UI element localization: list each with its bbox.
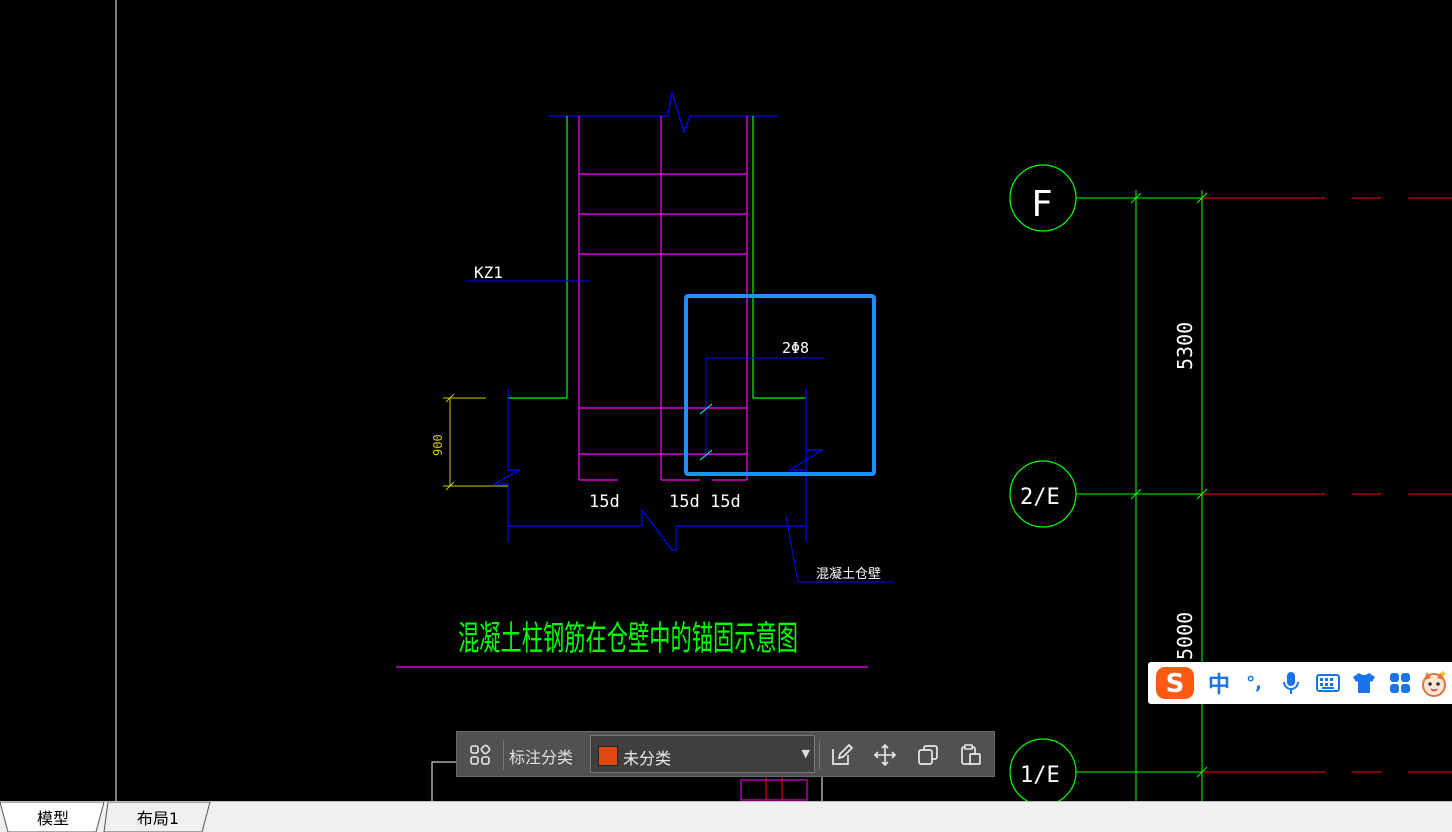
ime-keyboard-button[interactable] <box>1312 662 1344 704</box>
copy-icon <box>918 745 938 765</box>
grid-icon <box>470 744 491 765</box>
toolbar-separator <box>819 740 820 770</box>
category-color-swatch <box>598 746 618 766</box>
paste-button[interactable] <box>955 739 987 771</box>
anchor-label-3: 15d <box>710 492 741 512</box>
annotation-toolbar: 标注分类 未分类 ▼ <box>456 731 995 777</box>
paste-icon <box>961 744 981 765</box>
dim-900-label: 900 <box>431 434 445 456</box>
toolbox-icon <box>1390 673 1410 693</box>
sogou-logo-icon: S <box>1156 667 1194 699</box>
chevron-down-icon: ▼ <box>801 747 810 760</box>
ime-logo-letter: S <box>1166 669 1185 699</box>
ime-mode-toggle[interactable]: 中 <box>1202 662 1236 704</box>
dim-5300-label: 5300 <box>1173 322 1197 370</box>
edit-icon <box>832 743 854 765</box>
ime-skin-button[interactable] <box>1348 662 1380 704</box>
dim-5000-label: 5000 <box>1173 612 1197 660</box>
tab-model[interactable]: 模型 <box>10 802 96 832</box>
ime-voice-button[interactable] <box>1276 662 1306 704</box>
edit-button[interactable] <box>826 739 858 771</box>
drawing-title: 混凝土柱钢筋在仓壁中的锚固示意图 <box>458 619 798 659</box>
keyboard-icon <box>1316 674 1340 692</box>
rebar-label: 2Φ8 <box>782 339 809 357</box>
ime-logo[interactable]: S <box>1152 662 1198 704</box>
tab-layout1[interactable]: 布局1 <box>112 802 204 832</box>
copy-button[interactable] <box>912 739 944 771</box>
wall-label: 混凝土仓壁 <box>816 566 881 582</box>
skin-icon <box>1353 673 1375 693</box>
grid-button[interactable] <box>464 739 496 771</box>
grid-axes <box>1009 164 1452 806</box>
toolbar-separator <box>503 740 504 770</box>
layout-tab-bar: 模型 布局1 <box>0 801 1452 832</box>
partial-detail-rebar <box>740 779 808 801</box>
anchor-label-1: 15d <box>589 492 620 512</box>
selection-highlight[interactable] <box>684 294 876 476</box>
ime-punctuation-toggle[interactable]: °, <box>1240 662 1268 704</box>
move-button[interactable] <box>869 739 901 771</box>
move-icon <box>873 743 897 767</box>
microphone-icon <box>1283 672 1299 694</box>
axis-label-2e: 2/E <box>1020 485 1060 510</box>
annotation-category-label: 标注分类 <box>509 748 574 767</box>
column-label: KZ1 <box>474 263 503 282</box>
mascot-icon <box>1422 670 1447 697</box>
anchor-label-2: 15d <box>669 492 700 512</box>
axis-label-1e: 1/E <box>1020 763 1060 788</box>
category-dropdown-value: 未分类 <box>623 749 672 768</box>
ime-mascot-button[interactable] <box>1418 662 1450 704</box>
ime-toolbar: S 中 °, <box>1148 662 1452 704</box>
category-dropdown[interactable]: 未分类 ▼ <box>590 735 815 773</box>
drawing-canvas[interactable]: KZ1 2Φ8 900 15d 15d 15d 混凝土仓壁 混凝土柱钢筋在仓壁中… <box>0 0 1452 831</box>
ime-toolbox-button[interactable] <box>1384 662 1416 704</box>
partial-detail-left <box>431 761 456 801</box>
break-line <box>548 91 778 134</box>
axis-label-f: F <box>1031 184 1053 225</box>
